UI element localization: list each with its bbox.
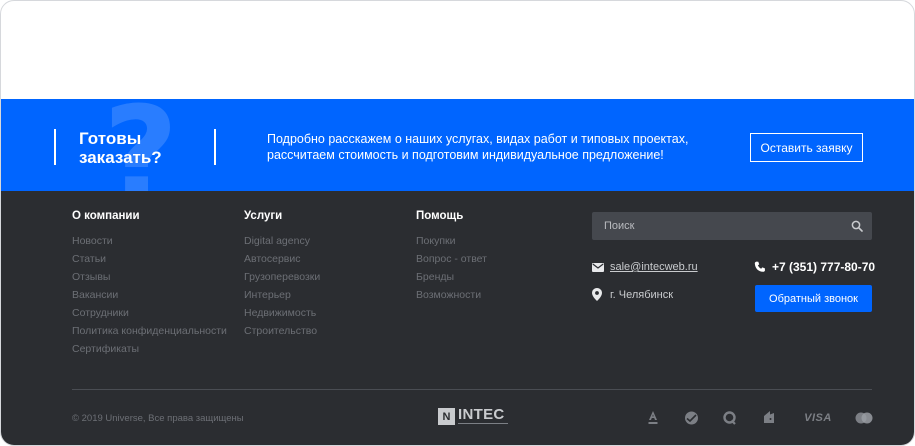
- cta-description: Подробно расскажем о наших услугах, вида…: [267, 132, 689, 162]
- contact-address: г. Челябинск: [592, 288, 673, 301]
- callback-button[interactable]: Обратный звонок: [755, 285, 872, 312]
- sberbank-icon: [683, 410, 699, 426]
- footer-column-heading: Услуги: [244, 210, 283, 222]
- footer-link[interactable]: Политика конфиденциальности: [72, 322, 227, 340]
- footer-link[interactable]: Грузоперевозки: [244, 268, 320, 286]
- footer-column-services: Услуги Digital agency Автосервис Грузопе…: [244, 210, 320, 340]
- footer-column-heading: О компании: [72, 210, 140, 222]
- intec-logo[interactable]: N INTEC: [438, 407, 508, 426]
- email-link[interactable]: sale@intecweb.ru: [610, 261, 698, 273]
- footer-link[interactable]: Автосервис: [244, 250, 320, 268]
- search-icon[interactable]: [842, 212, 872, 240]
- mail-icon: [592, 262, 604, 272]
- footer-link[interactable]: Покупки: [416, 232, 487, 250]
- city-text: г. Челябинск: [610, 288, 674, 301]
- footer-link[interactable]: Бренды: [416, 268, 487, 286]
- footer-column-company: О компании Новости Статьи Отзывы Ваканси…: [72, 210, 227, 358]
- footer-link[interactable]: Digital agency: [244, 232, 320, 250]
- yandex-money-icon: [762, 410, 776, 426]
- footer-divider: [72, 389, 872, 390]
- contact-phone: +7 (351) 777-80-70: [754, 260, 875, 274]
- footer-link[interactable]: Отзывы: [72, 268, 227, 286]
- leave-request-button[interactable]: Оставить заявку: [750, 133, 863, 162]
- footer-link[interactable]: Интерьер: [244, 286, 320, 304]
- logo-tagline-decoration: [458, 422, 508, 426]
- qiwi-icon: [722, 410, 736, 426]
- footer-link[interactable]: Возможности: [416, 286, 487, 304]
- footer-search: [592, 212, 872, 240]
- logo-mark-icon: N: [438, 408, 455, 425]
- phone-number[interactable]: +7 (351) 777-80-70: [772, 260, 875, 274]
- mastercard-icon: [855, 410, 873, 426]
- visa-icon: VISA: [804, 412, 832, 424]
- footer-link[interactable]: Недвижимость: [244, 304, 320, 322]
- page-frame: ? Готовы заказать? Подробно расскажем о …: [0, 0, 915, 446]
- phone-icon: [754, 261, 765, 272]
- footer-link[interactable]: Статьи: [72, 250, 227, 268]
- footer-link[interactable]: Сертификаты: [72, 340, 227, 358]
- cta-divider-left: [54, 129, 56, 165]
- footer-link[interactable]: Сотрудники: [72, 304, 227, 322]
- cta-divider-right: [214, 129, 216, 165]
- cta-title: Готовы заказать?: [79, 129, 162, 167]
- cta-banner: ? Готовы заказать? Подробно расскажем о …: [1, 99, 914, 191]
- logo-name: INTEC: [458, 406, 505, 423]
- footer-link[interactable]: Строительство: [244, 322, 320, 340]
- site-footer: О компании Новости Статьи Отзывы Ваканси…: [1, 191, 914, 445]
- footer-link[interactable]: Новости: [72, 232, 227, 250]
- footer-column-help: Помощь Покупки Вопрос - ответ Бренды Воз…: [416, 210, 487, 304]
- location-pin-icon: [592, 288, 602, 301]
- footer-column-heading: Помощь: [416, 210, 464, 222]
- contact-email: sale@intecweb.ru: [592, 261, 698, 273]
- copyright-text: © 2019 Universe, Все права защищены: [72, 413, 244, 424]
- alfa-bank-icon: [646, 410, 660, 426]
- footer-link[interactable]: Вопрос - ответ: [416, 250, 487, 268]
- search-input[interactable]: [592, 212, 842, 240]
- footer-link[interactable]: Вакансии: [72, 286, 227, 304]
